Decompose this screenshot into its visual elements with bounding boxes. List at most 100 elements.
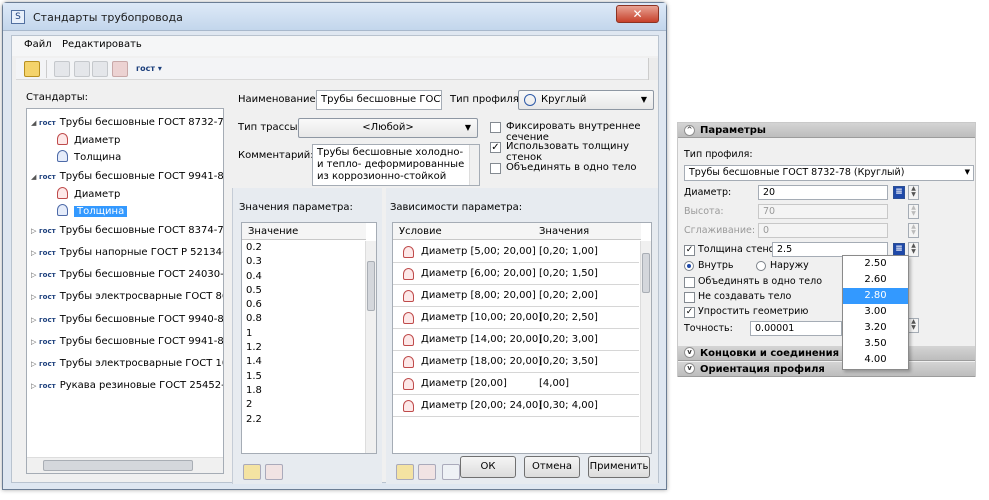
tree-item[interactable]: ▷ гост Рукава резиновые ГОСТ 25452-90 (31, 378, 223, 394)
close-button[interactable]: ✕ (616, 5, 659, 23)
list-item[interactable]: 1.4 (242, 355, 364, 369)
add-value-icon[interactable] (243, 464, 261, 480)
expand-arrow-icon[interactable]: ▷ (31, 334, 39, 350)
diameter-list-button[interactable]: ≡ (893, 186, 905, 199)
table-row[interactable]: Диаметр [10,00; 20,00] [0,20; 2,50] (393, 307, 639, 329)
tree-item[interactable]: ◢ гост Трубы бесшовные ГОСТ 8732-78 (31, 115, 223, 131)
values-column-header[interactable]: Значение (242, 223, 366, 240)
combine-one-body-checkbox[interactable] (684, 277, 695, 288)
tree-item[interactable]: Диаметр (57, 133, 120, 149)
dropdown-option[interactable]: 3.20 (843, 320, 908, 336)
parameters-section-header[interactable]: ^ Параметры (678, 123, 975, 138)
profile-type-select[interactable]: Трубы бесшовные ГОСТ 8732-78 (Круглый) ▼ (684, 165, 974, 181)
menu-file[interactable]: Файл (24, 39, 52, 50)
tree-horizontal-scrollbar[interactable] (27, 457, 223, 473)
tree-item[interactable]: ▷ гост Трубы бесшовные ГОСТ 8374-75 (31, 223, 223, 239)
expand-arrow-icon[interactable]: ▷ (31, 312, 39, 328)
list-item[interactable]: 0.8 (242, 312, 364, 326)
profile-type-select[interactable]: Круглый ▼ (518, 90, 654, 110)
dropdown-option[interactable]: 4.00 (843, 352, 908, 368)
dropdown-option[interactable]: 3.00 (843, 304, 908, 320)
delete-icon[interactable] (112, 61, 128, 77)
inside-radio[interactable] (684, 261, 694, 271)
collapse-arrow-icon[interactable]: ◢ (31, 115, 39, 131)
delete-value-icon[interactable] (265, 464, 283, 480)
diameter-input[interactable]: 20 (758, 185, 888, 200)
expand-arrow-icon[interactable]: ▷ (31, 356, 39, 372)
ends-section-header[interactable]: v Концовки и соединения (678, 346, 975, 361)
name-input[interactable]: Трубы бесшовные ГОСТ 99 (316, 90, 442, 110)
height-input[interactable]: 70 (758, 204, 888, 219)
table-row[interactable]: Диаметр [20,00] [4,00] (393, 373, 639, 395)
expand-arrow-icon[interactable]: ▷ (31, 289, 39, 305)
tree-item[interactable]: ▷ гост Трубы бесшовные ГОСТ 24030-80 (31, 267, 223, 283)
dropdown-option[interactable]: 3.50 (843, 336, 908, 352)
tree-item[interactable]: Диаметр (57, 187, 120, 203)
dropdown-option-highlighted[interactable]: 2.80 (843, 288, 908, 304)
copy-icon[interactable] (74, 61, 90, 77)
route-type-select[interactable]: <Любой> ▼ (298, 118, 478, 138)
list-item[interactable]: 2.2 (242, 413, 364, 427)
fix-inner-section-checkbox[interactable] (490, 122, 501, 133)
scrollbar-thumb[interactable] (642, 253, 650, 293)
wall-thickness-dropdown[interactable]: 2.50 2.60 2.80 3.00 3.20 3.50 4.00 (842, 255, 909, 370)
tree-item[interactable]: Толщина (57, 150, 121, 166)
deps-vertical-scrollbar[interactable] (640, 241, 651, 453)
smoothing-input[interactable]: 0 (758, 223, 888, 238)
ok-button[interactable]: ОК (460, 456, 516, 478)
table-row[interactable]: Диаметр [5,00; 20,00] [0,20; 1,00] (393, 241, 639, 263)
expand-arrow-icon[interactable]: ▷ (31, 223, 39, 239)
new-standard-icon[interactable] (24, 61, 40, 77)
height-spinner[interactable]: ▲ ▼ (908, 204, 919, 219)
add-dependency-icon[interactable] (396, 464, 414, 480)
list-item[interactable]: 1.5 (242, 370, 364, 384)
list-item[interactable]: 1 (242, 327, 364, 341)
use-wall-thickness-checkbox[interactable]: ✓ (490, 142, 501, 153)
accuracy-input[interactable]: 0.00001 (750, 321, 842, 336)
no-body-checkbox[interactable] (684, 292, 695, 303)
values-grid[interactable]: Значение 0.2 0.3 0.4 0.5 0.6 0.8 1 1.2 1… (241, 222, 377, 454)
accuracy-spinner[interactable]: ▲ ▼ (908, 318, 919, 333)
edit-dependency-icon[interactable] (442, 464, 460, 480)
menu-edit[interactable]: Редактировать (62, 39, 142, 50)
tree-item[interactable]: ▷гостТрубы электросварные ГОСТ 10704 (31, 356, 223, 372)
list-item[interactable]: 0.5 (242, 284, 364, 298)
standards-tree[interactable]: ◢ гост Трубы бесшовные ГОСТ 8732-78 Диамет… (26, 108, 224, 474)
expand-section-icon[interactable]: v (684, 347, 695, 358)
values-column-header[interactable]: Значения (539, 223, 589, 240)
table-row[interactable]: Диаметр [18,00; 20,00] [0,20; 3,50] (393, 351, 639, 373)
title-bar[interactable]: S Стандарты трубопровода ✕ (3, 3, 666, 31)
dropdown-option[interactable]: 2.60 (843, 272, 908, 288)
cut-icon[interactable] (54, 61, 70, 77)
table-row[interactable]: Диаметр [20,00; 24,00] [0,30; 4,00] (393, 395, 639, 417)
orientation-section-header[interactable]: v Ориентация профиля (678, 362, 975, 377)
tree-item[interactable]: ▷ гост Трубы бесшовные ГОСТ 9941-81 (31, 334, 223, 350)
cancel-button[interactable]: Отмена (524, 456, 580, 478)
dependencies-grid[interactable]: Условие Значения Диаметр [5,00; 20,00] [0… (392, 222, 652, 454)
list-item[interactable]: 0.4 (242, 270, 364, 284)
collapse-section-icon[interactable]: ^ (684, 125, 695, 136)
table-row[interactable]: Диаметр [14,00; 20,00] [0,20; 3,00] (393, 329, 639, 351)
list-item[interactable]: 0.2 (242, 241, 364, 255)
comment-textarea[interactable]: Трубы бесшовные холодно- и тепло- деформ… (312, 144, 480, 186)
wall-thickness-checkbox[interactable]: ✓ (684, 245, 695, 256)
expand-section-icon[interactable]: v (684, 363, 695, 374)
expand-arrow-icon[interactable]: ▷ (31, 378, 39, 394)
collapse-arrow-icon[interactable]: ◢ (31, 169, 39, 185)
list-item[interactable]: 1.8 (242, 384, 364, 398)
list-item[interactable]: 1.2 (242, 341, 364, 355)
list-item[interactable]: 0.6 (242, 298, 364, 312)
values-vertical-scrollbar[interactable] (365, 241, 376, 453)
scrollbar-thumb[interactable] (367, 261, 375, 311)
list-item[interactable]: 0.3 (242, 255, 364, 269)
scrollbar-thumb[interactable] (43, 460, 193, 471)
expand-arrow-icon[interactable]: ▷ (31, 245, 39, 261)
list-item[interactable]: 2 (242, 398, 364, 412)
tree-item[interactable]: ▷гостТрубы электросварные ГОСТ 8696- (31, 289, 223, 305)
combine-one-body-checkbox[interactable] (490, 163, 501, 174)
apply-button[interactable]: Применить (588, 456, 650, 478)
diameter-spinner[interactable]: ▲ ▼ (908, 185, 919, 200)
smoothing-spinner[interactable]: ▲ ▼ (908, 223, 919, 238)
tree-item[interactable]: ▷гостТрубы напорные ГОСТ Р 52134-200 (31, 245, 223, 261)
outside-radio[interactable] (756, 261, 766, 271)
